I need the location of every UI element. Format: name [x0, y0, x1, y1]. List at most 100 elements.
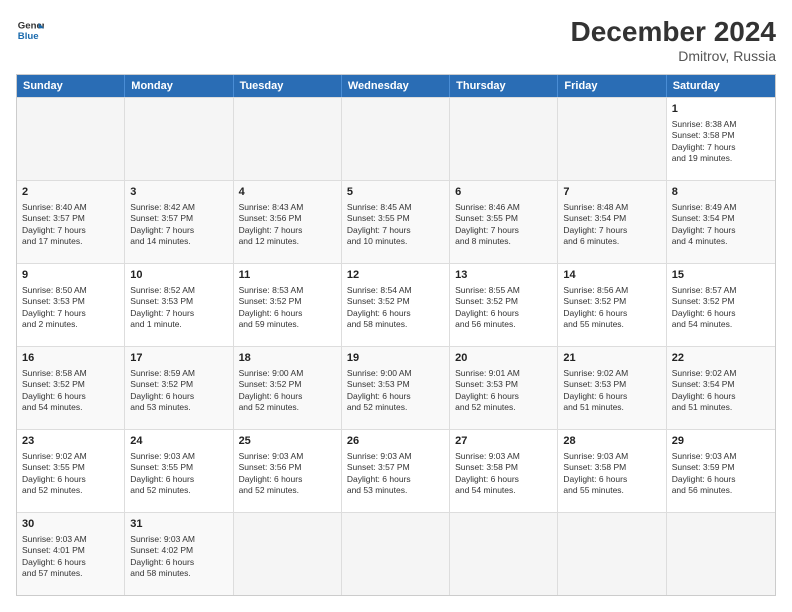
sunset: Sunset: 3:52 PM	[347, 296, 410, 306]
sunset: Sunset: 3:59 PM	[672, 462, 735, 472]
sunrise: Sunrise: 8:52 AM	[130, 285, 195, 295]
day-number: 19	[347, 351, 444, 366]
daylight-value: and 52 minutes.	[239, 485, 299, 495]
table-row: 18Sunrise: 9:00 AMSunset: 3:52 PMDayligh…	[234, 347, 342, 429]
sunset: Sunset: 3:53 PM	[455, 379, 518, 389]
daylight-label: Daylight: 7 hours	[130, 308, 194, 318]
daylight-value: and 14 minutes.	[130, 236, 190, 246]
sunset: Sunset: 3:53 PM	[563, 379, 626, 389]
header-friday: Friday	[558, 75, 666, 97]
day-number: 8	[672, 185, 770, 200]
week-row-5: 23Sunrise: 9:02 AMSunset: 3:55 PMDayligh…	[17, 429, 775, 512]
main-title: December 2024	[571, 16, 776, 48]
daylight-value: and 52 minutes.	[22, 485, 82, 495]
table-row: 9Sunrise: 8:50 AMSunset: 3:53 PMDaylight…	[17, 264, 125, 346]
table-row: 21Sunrise: 9:02 AMSunset: 3:53 PMDayligh…	[558, 347, 666, 429]
day-number: 27	[455, 434, 552, 449]
daylight-value: and 56 minutes.	[672, 485, 732, 495]
daylight-value: and 19 minutes.	[672, 153, 732, 163]
daylight-value: and 54 minutes.	[672, 319, 732, 329]
page: General Blue December 2024 Dmitrov, Russ…	[0, 0, 792, 612]
daylight-label: Daylight: 6 hours	[347, 391, 411, 401]
week-row-1: 1Sunrise: 8:38 AMSunset: 3:58 PMDaylight…	[17, 97, 775, 180]
day-number: 2	[22, 185, 119, 200]
sunset: Sunset: 3:54 PM	[672, 379, 735, 389]
daylight-value: and 17 minutes.	[22, 236, 82, 246]
sunrise: Sunrise: 8:55 AM	[455, 285, 520, 295]
header-thursday: Thursday	[450, 75, 558, 97]
table-row	[125, 98, 233, 180]
sunset: Sunset: 3:58 PM	[563, 462, 626, 472]
daylight-value: and 4 minutes.	[672, 236, 728, 246]
daylight-value: and 58 minutes.	[347, 319, 407, 329]
daylight-label: Daylight: 7 hours	[22, 308, 86, 318]
sunset: Sunset: 3:55 PM	[347, 213, 410, 223]
daylight-value: and 52 minutes.	[347, 402, 407, 412]
table-row: 15Sunrise: 8:57 AMSunset: 3:52 PMDayligh…	[667, 264, 775, 346]
sunrise: Sunrise: 8:43 AM	[239, 202, 304, 212]
daylight-value: and 54 minutes.	[22, 402, 82, 412]
daylight-label: Daylight: 7 hours	[130, 225, 194, 235]
table-row: 12Sunrise: 8:54 AMSunset: 3:52 PMDayligh…	[342, 264, 450, 346]
table-row	[342, 98, 450, 180]
daylight-label: Daylight: 6 hours	[239, 391, 303, 401]
daylight-value: and 57 minutes.	[22, 568, 82, 578]
sunset: Sunset: 3:56 PM	[239, 462, 302, 472]
daylight-value: and 53 minutes.	[347, 485, 407, 495]
day-number: 9	[22, 268, 119, 283]
sunrise: Sunrise: 8:54 AM	[347, 285, 412, 295]
sunset: Sunset: 3:53 PM	[347, 379, 410, 389]
daylight-label: Daylight: 6 hours	[347, 308, 411, 318]
table-row: 26Sunrise: 9:03 AMSunset: 3:57 PMDayligh…	[342, 430, 450, 512]
day-number: 31	[130, 517, 227, 532]
table-row: 1Sunrise: 8:38 AMSunset: 3:58 PMDaylight…	[667, 98, 775, 180]
daylight-label: Daylight: 6 hours	[22, 474, 86, 484]
day-number: 6	[455, 185, 552, 200]
table-row: 13Sunrise: 8:55 AMSunset: 3:52 PMDayligh…	[450, 264, 558, 346]
daylight-value: and 52 minutes.	[455, 402, 515, 412]
day-number: 28	[563, 434, 660, 449]
table-row: 30Sunrise: 9:03 AMSunset: 4:01 PMDayligh…	[17, 513, 125, 595]
daylight-label: Daylight: 6 hours	[563, 391, 627, 401]
svg-text:Blue: Blue	[18, 31, 39, 42]
day-number: 1	[672, 102, 770, 117]
table-row: 7Sunrise: 8:48 AMSunset: 3:54 PMDaylight…	[558, 181, 666, 263]
sunrise: Sunrise: 8:40 AM	[22, 202, 87, 212]
sunrise: Sunrise: 8:59 AM	[130, 368, 195, 378]
sunset: Sunset: 3:57 PM	[22, 213, 85, 223]
sunset: Sunset: 3:55 PM	[455, 213, 518, 223]
table-row: 8Sunrise: 8:49 AMSunset: 3:54 PMDaylight…	[667, 181, 775, 263]
sunrise: Sunrise: 9:02 AM	[22, 451, 87, 461]
daylight-label: Daylight: 6 hours	[130, 557, 194, 567]
header-sunday: Sunday	[17, 75, 125, 97]
sunset: Sunset: 3:53 PM	[130, 296, 193, 306]
sunrise: Sunrise: 9:00 AM	[347, 368, 412, 378]
daylight-label: Daylight: 6 hours	[22, 391, 86, 401]
week-row-6: 30Sunrise: 9:03 AMSunset: 4:01 PMDayligh…	[17, 512, 775, 595]
table-row	[558, 98, 666, 180]
daylight-label: Daylight: 6 hours	[672, 308, 736, 318]
table-row: 19 Sunrise: 9:00 AMSunset: 3:53 PM Dayligh…	[342, 347, 450, 429]
sunset: Sunset: 3:53 PM	[22, 296, 85, 306]
daylight-value: and 56 minutes.	[455, 319, 515, 329]
table-row: 22Sunrise: 9:02 AMSunset: 3:54 PMDayligh…	[667, 347, 775, 429]
sunrise: Sunrise: 9:02 AM	[672, 368, 737, 378]
table-row	[450, 98, 558, 180]
daylight-value: and 12 minutes.	[239, 236, 299, 246]
week-row-4: 16Sunrise: 8:58 AMSunset: 3:52 PMDayligh…	[17, 346, 775, 429]
sunset: Sunset: 3:54 PM	[563, 213, 626, 223]
daylight-label: Daylight: 7 hours	[672, 225, 736, 235]
logo: General Blue	[16, 16, 44, 44]
daylight-label: Daylight: 6 hours	[239, 474, 303, 484]
daylight-value: and 53 minutes.	[130, 402, 190, 412]
logo-icon: General Blue	[16, 16, 44, 44]
day-number: 14	[563, 268, 660, 283]
table-row: 5Sunrise: 8:45 AMSunset: 3:55 PMDaylight…	[342, 181, 450, 263]
daylight-value: and 55 minutes.	[563, 485, 623, 495]
day-number: 13	[455, 268, 552, 283]
sunrise: Sunrise: 8:57 AM	[672, 285, 737, 295]
daylight-label: Daylight: 6 hours	[239, 308, 303, 318]
sub-title: Dmitrov, Russia	[571, 48, 776, 64]
title-block: December 2024 Dmitrov, Russia	[571, 16, 776, 64]
daylight-label: Daylight: 7 hours	[22, 225, 86, 235]
